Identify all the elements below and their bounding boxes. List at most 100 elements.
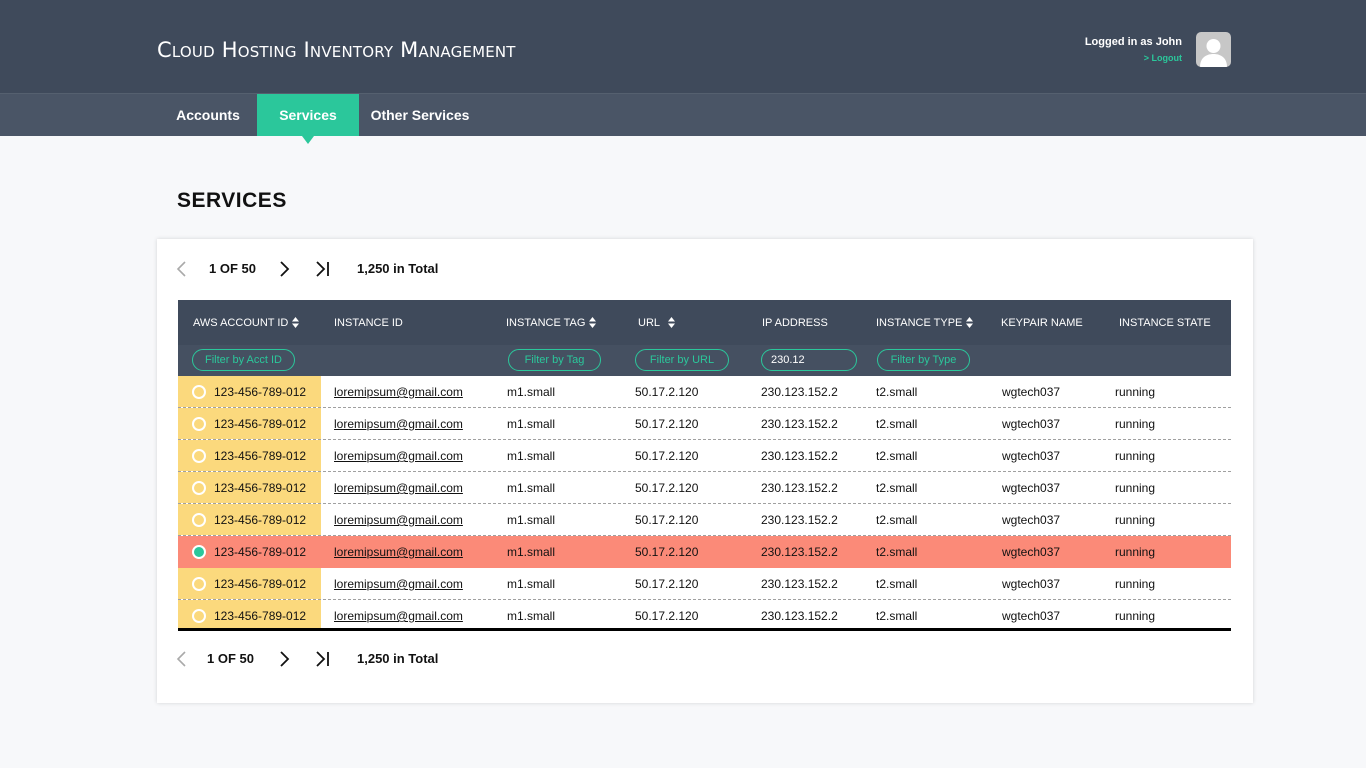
url: 50.17.2.120 — [635, 513, 699, 527]
instance-id-link[interactable]: loremipsum@gmail.com — [334, 577, 463, 591]
column-label: INSTANCE ID — [334, 317, 403, 329]
instance-state: running — [1115, 577, 1156, 591]
col-url[interactable]: URL — [638, 316, 676, 329]
row-select-radio[interactable] — [192, 417, 206, 431]
pager-bottom: 1 OF 50 1,250 in Total — [157, 648, 557, 672]
table-row[interactable]: 123-456-789-012 loremipsum@gmail.com m1.sm… — [178, 440, 1231, 472]
instance-state: running — [1115, 481, 1156, 495]
instance-type: t2.small — [876, 545, 918, 559]
keypair-name: wgtech037 — [1002, 481, 1061, 495]
instance-id-link[interactable]: loremipsum@gmail.com — [334, 449, 463, 463]
ip-address: 230.123.152.2 — [761, 609, 838, 623]
tab-accounts[interactable]: Accounts — [166, 94, 250, 136]
url: 50.17.2.120 — [635, 385, 699, 399]
table-header: AWS ACCOUNT ID INSTANCE ID INSTANCE TAG … — [178, 300, 1231, 376]
col-instance-id: INSTANCE ID — [334, 317, 403, 329]
logged-in-label: Logged in as John — [1084, 36, 1182, 48]
col-instance-tag[interactable]: INSTANCE TAG — [506, 316, 597, 329]
row-select-radio[interactable] — [192, 577, 206, 591]
tab-other-services[interactable]: Other Services — [364, 94, 476, 136]
account-id: 123-456-789-012 — [214, 417, 307, 431]
table-row[interactable]: 123-456-789-012 loremipsum@gmail.com m1.sm… — [178, 376, 1231, 408]
url: 50.17.2.120 — [635, 449, 699, 463]
instance-id-link[interactable]: loremipsum@gmail.com — [334, 417, 463, 431]
filter-acct-id-input[interactable] — [192, 349, 295, 371]
total-count: 1,250 in Total — [357, 651, 439, 666]
col-instance-type[interactable]: INSTANCE TYPE — [876, 316, 974, 329]
row-select-radio[interactable] — [192, 545, 206, 559]
table-row[interactable]: 123-456-789-012 loremipsum@gmail.com m1.sm… — [178, 504, 1231, 536]
row-select-radio[interactable] — [192, 385, 206, 399]
instance-type: t2.small — [876, 481, 918, 495]
col-keypair-name: KEYPAIR NAME — [1001, 317, 1083, 329]
account-id: 123-456-789-012 — [214, 513, 307, 527]
top-header: Cloud Hosting Inventory Management Logge… — [0, 0, 1366, 93]
filter-url-input[interactable] — [635, 349, 729, 371]
sort-icon — [668, 316, 676, 328]
filter-row — [178, 345, 1231, 376]
keypair-name: wgtech037 — [1002, 577, 1061, 591]
table-row[interactable]: 123-456-789-012 loremipsum@gmail.com m1.sm… — [178, 568, 1231, 600]
instance-id-link[interactable]: loremipsum@gmail.com — [334, 481, 463, 495]
instance-id-link[interactable]: loremipsum@gmail.com — [334, 385, 463, 399]
ip-address: 230.123.152.2 — [761, 481, 838, 495]
row-select-radio[interactable] — [192, 481, 206, 495]
table-body: 123-456-789-012 loremipsum@gmail.com m1.sm… — [178, 376, 1231, 631]
page-indicator: 1 OF 50 — [209, 261, 256, 276]
col-aws-account-id[interactable]: AWS ACCOUNT ID — [193, 316, 300, 329]
ip-address: 230.123.152.2 — [761, 449, 838, 463]
table-row[interactable]: 123-456-789-012 loremipsum@gmail.com m1.sm… — [178, 472, 1231, 504]
instance-tag: m1.small — [507, 513, 556, 527]
row-select-radio[interactable] — [192, 449, 206, 463]
chevron-left-icon[interactable] — [175, 650, 187, 673]
instance-type: t2.small — [876, 449, 918, 463]
instance-tag: m1.small — [507, 385, 556, 399]
user-box: Logged in as John > Logout — [1085, 36, 1182, 63]
page-indicator: 1 OF 50 — [207, 651, 254, 666]
instance-state: running — [1115, 417, 1156, 431]
row-select-radio[interactable] — [192, 609, 206, 623]
instance-state: running — [1115, 609, 1156, 623]
account-id: 123-456-789-012 — [214, 609, 307, 623]
keypair-name: wgtech037 — [1002, 417, 1061, 431]
chevron-left-icon[interactable] — [175, 260, 187, 283]
filter-tag-input[interactable] — [508, 349, 601, 371]
instance-state: running — [1115, 385, 1156, 399]
account-id: 123-456-789-012 — [214, 577, 307, 591]
last-page-icon[interactable] — [315, 650, 331, 673]
sort-icon — [589, 316, 597, 328]
tab-services[interactable]: Services — [257, 94, 359, 144]
ip-address: 230.123.152.2 — [761, 577, 838, 591]
instance-tag: m1.small — [507, 417, 556, 431]
column-label: INSTANCE STATE — [1119, 317, 1211, 329]
row-select-radio[interactable] — [192, 513, 206, 527]
last-page-icon[interactable] — [315, 260, 331, 283]
chevron-right-icon[interactable] — [279, 260, 291, 283]
table-row[interactable]: 123-456-789-012 loremipsum@gmail.com m1.sm… — [178, 536, 1231, 568]
ip-address: 230.123.152.2 — [761, 513, 838, 527]
user-avatar-icon[interactable] — [1196, 32, 1231, 67]
column-label: IP ADDRESS — [762, 317, 828, 329]
instance-state: running — [1115, 545, 1156, 559]
chevron-right-icon[interactable] — [279, 650, 291, 673]
instance-state: running — [1115, 449, 1156, 463]
instance-type: t2.small — [876, 385, 918, 399]
instance-id-link[interactable]: loremipsum@gmail.com — [334, 609, 463, 623]
filter-type-input[interactable] — [877, 349, 970, 371]
url: 50.17.2.120 — [635, 481, 699, 495]
account-id: 123-456-789-012 — [214, 385, 307, 399]
pager-top: 1 OF 50 1,250 in Total — [157, 258, 557, 282]
logout-link[interactable]: > Logout — [1085, 53, 1182, 63]
instance-type: t2.small — [876, 417, 918, 431]
table-row[interactable]: 123-456-789-012 loremipsum@gmail.com m1.sm… — [178, 600, 1231, 631]
instance-tag: m1.small — [507, 577, 556, 591]
instance-tag: m1.small — [507, 449, 556, 463]
url: 50.17.2.120 — [635, 577, 699, 591]
app-title: Cloud Hosting Inventory Management — [157, 38, 516, 62]
column-label: AWS ACCOUNT ID — [193, 317, 289, 329]
instance-id-link[interactable]: loremipsum@gmail.com — [334, 513, 463, 527]
instance-id-link[interactable]: loremipsum@gmail.com — [334, 545, 463, 559]
filter-ip-input[interactable] — [761, 349, 857, 371]
table-row[interactable]: 123-456-789-012 loremipsum@gmail.com m1.sm… — [178, 408, 1231, 440]
account-id: 123-456-789-012 — [214, 545, 307, 559]
